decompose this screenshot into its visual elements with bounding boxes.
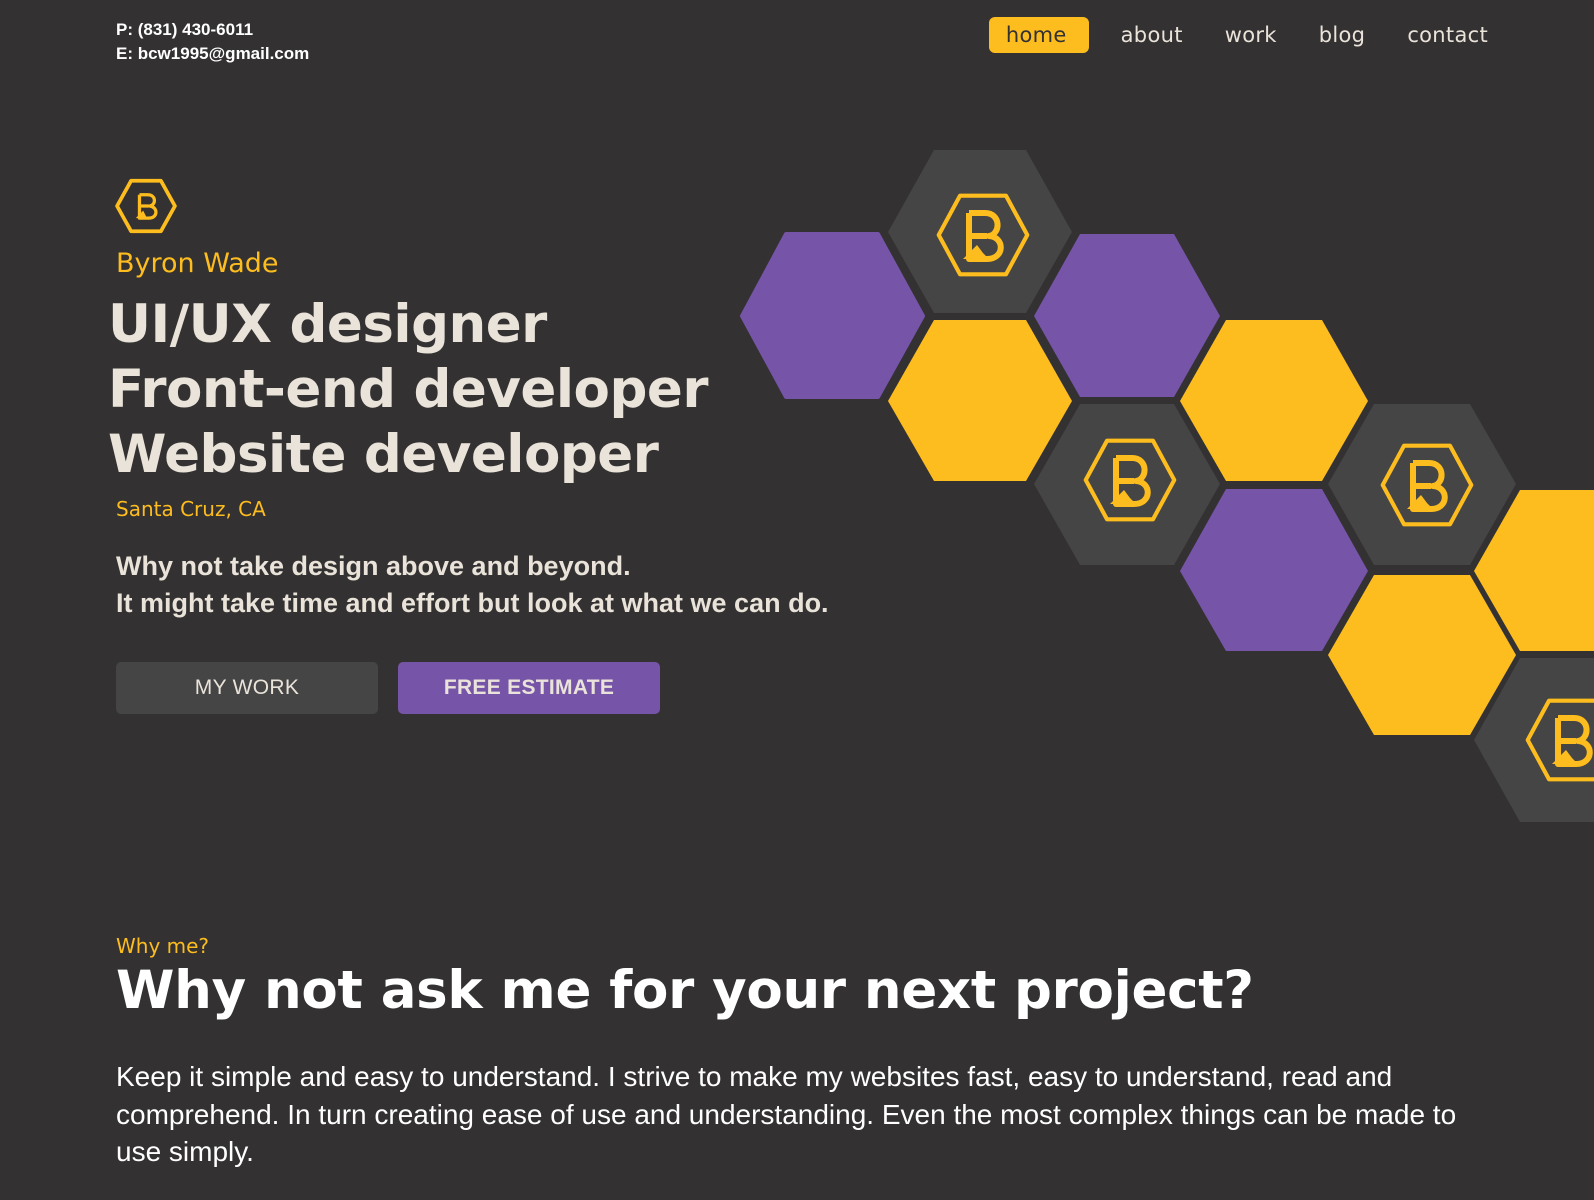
role-line: Front-end developer: [108, 359, 708, 420]
nav-blog[interactable]: blog: [1309, 17, 1376, 53]
hex-purple-2: [1034, 234, 1220, 397]
brand-name: Byron Wade: [116, 248, 279, 279]
nav-home[interactable]: home: [988, 17, 1089, 53]
hero-tagline: Why not take design above and beyond. It…: [116, 548, 829, 622]
free-estimate-button[interactable]: FREE ESTIMATE: [398, 662, 660, 714]
hex-purple-3: [1180, 489, 1368, 651]
role-line: UI/UX designer: [108, 294, 547, 355]
location-label: Santa Cruz, CA: [116, 497, 266, 521]
hex-yellow-3: [1328, 575, 1516, 735]
hex-dark-4: [1474, 658, 1594, 822]
section-title: Why not ask me for your next project?: [116, 960, 1254, 1021]
hexagon-b-logo-icon[interactable]: [114, 178, 178, 234]
hex-yellow-1: [888, 320, 1072, 481]
hex-dark-1: [888, 150, 1072, 313]
role-line: Website developer: [108, 424, 659, 485]
tagline-line: It might take time and effort but look a…: [116, 588, 829, 618]
hex-purple-1: [740, 232, 925, 399]
section-eyebrow: Why me?: [116, 934, 210, 958]
tagline-line: Why not take design above and beyond.: [116, 551, 631, 581]
phone-number[interactable]: P: (831) 430-6011: [116, 18, 309, 42]
email-address[interactable]: E: bcw1995@gmail.com: [116, 42, 309, 66]
roles-headline: UI/UX designer Front-end developer Websi…: [108, 292, 708, 487]
hex-yellow-4: [1474, 490, 1594, 651]
nav-work[interactable]: work: [1215, 17, 1287, 53]
my-work-button[interactable]: MY WORK: [116, 662, 378, 714]
nav-about[interactable]: about: [1111, 17, 1193, 53]
hex-dark-2: [1034, 404, 1220, 565]
hex-dark-3: [1328, 404, 1516, 565]
main-nav: home about work blog contact: [988, 17, 1498, 53]
nav-contact[interactable]: contact: [1397, 17, 1498, 53]
section-body: Keep it simple and easy to understand. I…: [116, 1061, 1457, 1167]
contact-info: P: (831) 430-6011 E: bcw1995@gmail.com: [116, 18, 309, 66]
hex-yellow-2: [1180, 320, 1368, 481]
